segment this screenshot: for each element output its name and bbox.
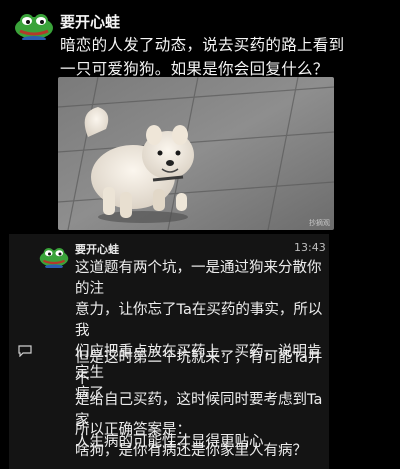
reply-paragraph-3: 所以正确答案是： 啥狗，是你有病还是你家里人有病？ <box>75 420 325 462</box>
comment-icon[interactable] <box>18 345 32 357</box>
pepe-frog-avatar <box>15 14 53 40</box>
post-text: 暗恋的人发了动态，说去买药的路上看到 一只可爱狗狗。如果是你会回复什么？ <box>60 33 390 81</box>
reply-line: 啥狗，是你有病还是你家里人有病？ <box>75 443 307 459</box>
reply-line: 这道题有两个坑，一是通过狗来分散你的注 <box>75 260 322 297</box>
reply-timestamp: 13:43 <box>294 241 326 254</box>
reply-line: 所以正确答案是： <box>75 422 191 438</box>
reply-author[interactable]: 要开心蛙 <box>75 241 119 257</box>
post-text-line: 暗恋的人发了动态，说去买药的路上看到 <box>60 36 345 54</box>
puppy-photo-image <box>58 77 334 230</box>
original-post: 要开心蛙 暗恋的人发了动态，说去买药的路上看到 一只可爱狗狗。如果是你会回复什么… <box>0 0 400 232</box>
pepe-frog-avatar <box>39 248 69 268</box>
photo-watermark: 抄摘观 <box>309 219 330 227</box>
post-photo-puppy[interactable]: 抄摘观 <box>58 77 334 230</box>
reply-line: 但是这时第二个坑就来了，有可能Ta并不 <box>75 350 323 387</box>
reply-line: 意力，让你忘了Ta在买药的事实，所以我 <box>75 302 323 339</box>
post-author[interactable]: 要开心蛙 <box>60 11 120 32</box>
reply-card: 要开心蛙 13:43 这道题有两个坑，一是通过狗来分散你的注 意力，让你忘了Ta… <box>9 234 329 469</box>
